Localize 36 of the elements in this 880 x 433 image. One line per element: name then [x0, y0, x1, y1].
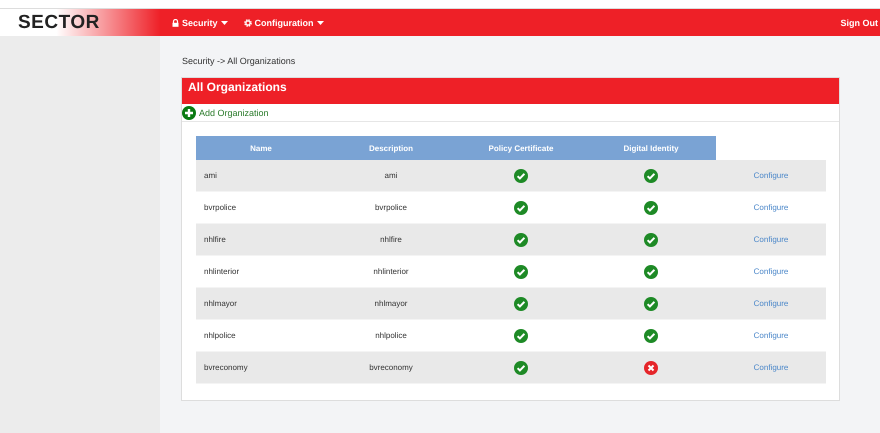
table-cell: ami [204, 171, 217, 180]
configure-link[interactable]: Configure [754, 331, 788, 340]
column-header: Description [326, 136, 456, 160]
table-cell: bvreconomy [204, 363, 248, 372]
panel-title: All Organizations [182, 78, 839, 104]
configure-link[interactable]: Configure [754, 171, 788, 180]
column-header: Policy Certificate [456, 136, 586, 160]
settings-icon [244, 18, 252, 26]
nav-menu[interactable]: Configuration [244, 18, 324, 28]
table-cell: bvrpolice [374, 203, 407, 212]
breadcrumb: Security -> All Organizations [182, 56, 296, 68]
configure-link[interactable]: Configure [754, 235, 788, 244]
table-cell: nhlpolice [204, 331, 236, 340]
table-cell: bvreconomy [369, 363, 413, 372]
table-cell: nhlfire [204, 235, 226, 244]
logo: SECTOR [18, 12, 100, 34]
configure-link[interactable]: Configure [754, 203, 788, 212]
lock-icon [172, 18, 179, 26]
column-header: Digital Identity [586, 136, 716, 160]
add-organization-link[interactable]: Add Organization [182, 104, 839, 122]
table-cell: nhlmayor [374, 299, 408, 308]
configure-link[interactable]: Configure [754, 299, 788, 308]
table-cell: nhlpolice [375, 331, 407, 340]
table-cell: nhlinterior [373, 267, 409, 276]
table-cell: nhlinterior [204, 267, 240, 276]
table-cell: ami [384, 171, 398, 180]
sign-out-link[interactable]: Sign Out [840, 18, 878, 28]
nav-menu[interactable]: Security [172, 18, 228, 28]
caret-icon [220, 20, 228, 24]
column-header: Name [196, 136, 326, 160]
caret-icon [316, 20, 324, 24]
configure-link[interactable]: Configure [754, 267, 788, 276]
table-cell: nhlmayor [204, 299, 237, 308]
table-cell: bvrpolice [204, 203, 236, 212]
configure-link[interactable]: Configure [754, 363, 788, 372]
table-cell: nhlfire [380, 235, 402, 244]
